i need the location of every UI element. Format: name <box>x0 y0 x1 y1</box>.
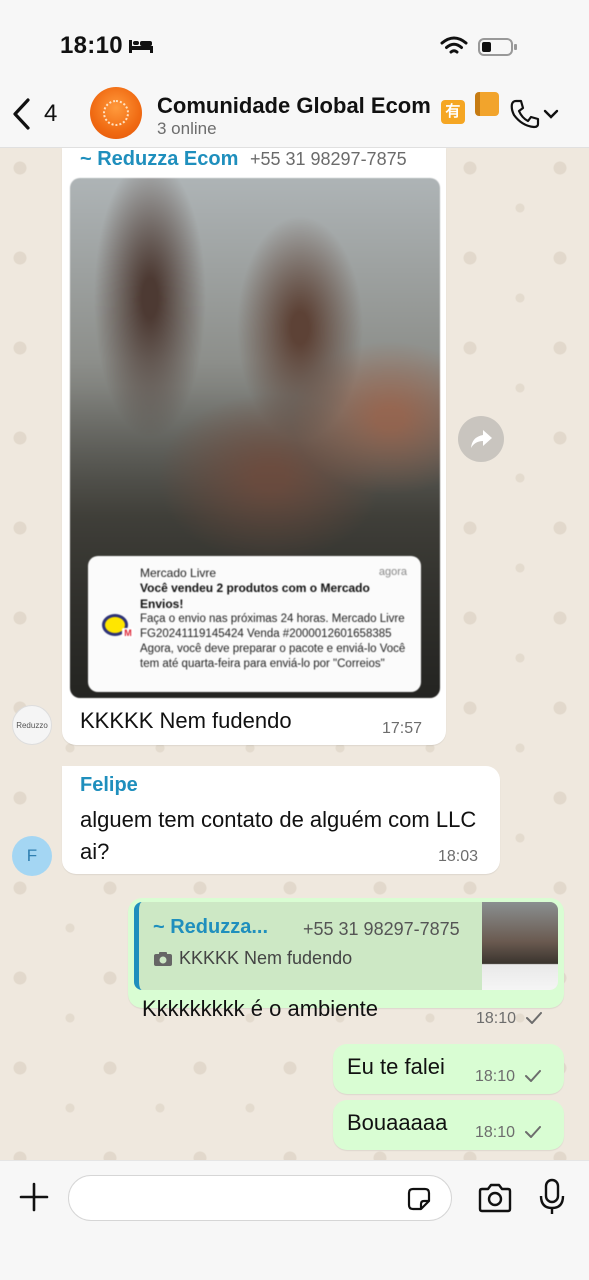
camera-icon <box>154 951 172 966</box>
group-title: Comunidade Global Ecom <box>157 93 431 118</box>
phone-icon <box>510 99 540 129</box>
message-time: 18:10 <box>475 1124 516 1141</box>
message-text: Kkkkkkkkk é o ambiente <box>142 996 378 1021</box>
notification-screenshot: M Mercado Livre agora Você vendeu 2 prod… <box>88 556 421 692</box>
bed-icon <box>129 40 153 53</box>
group-online-status: 3 online <box>157 119 217 138</box>
message-time-row: 18:10 <box>475 1068 542 1086</box>
quoted-message[interactable]: ~ Reduzza... +55 31 98297-7875 KKKKK Nem… <box>134 902 558 990</box>
quoted-text-row: KKKKK Nem fudendo <box>153 948 352 969</box>
message-bubble-image[interactable]: ~ Reduzza Ecom +55 31 98297-7875 M Merca… <box>62 148 446 745</box>
sender-name[interactable]: Felipe <box>80 774 138 797</box>
avatar-reduzzo[interactable]: Reduzzo <box>12 705 52 745</box>
composer-bar <box>0 1160 589 1280</box>
quoted-thumbnail <box>482 902 558 990</box>
unread-count: 4 <box>44 100 58 127</box>
forward-icon <box>471 430 492 448</box>
message-photo[interactable]: M Mercado Livre agora Você vendeu 2 prod… <box>70 178 440 698</box>
mic-icon[interactable] <box>538 1178 566 1216</box>
message-bubble-reply[interactable]: ~ Reduzza... +55 31 98297-7875 KKKKK Nem… <box>128 898 564 1027</box>
message-time-row: 18:10 <box>476 1010 543 1028</box>
call-button[interactable] <box>508 96 564 132</box>
battery-icon <box>478 38 517 56</box>
message-text: Bouaaaaa <box>347 1110 448 1135</box>
camera-icon[interactable] <box>476 1182 514 1214</box>
message-time: 18:10 <box>475 1068 516 1085</box>
group-logo <box>103 100 129 126</box>
back-button[interactable]: 4 <box>10 96 57 132</box>
check-icon <box>525 1012 542 1024</box>
message-text: KKKKK Nem fudendo <box>80 708 292 733</box>
book-icon <box>475 92 500 116</box>
avatar-felipe[interactable]: F <box>12 836 52 876</box>
status-time: 18:10 <box>60 32 123 59</box>
message-sender-line: ~ Reduzza Ecom +55 31 98297-7875 <box>80 148 407 171</box>
notification-time: agora <box>378 566 407 578</box>
message-input[interactable] <box>68 1175 452 1221</box>
chevron-down-icon <box>543 109 559 119</box>
forward-button[interactable] <box>458 416 504 462</box>
message-time: 18:10 <box>476 1010 517 1027</box>
message-bubble-text[interactable]: Eu te falei 18:10 <box>333 1044 564 1094</box>
back-chevron-icon <box>13 98 30 130</box>
notification-title: Você vendeu 2 produtos com o Mercado Env… <box>140 581 370 611</box>
wifi-icon <box>440 36 468 54</box>
quoted-sender: ~ Reduzza... <box>153 916 269 938</box>
chat-area[interactable]: ~ Reduzza Ecom +55 31 98297-7875 M Merca… <box>0 148 589 1160</box>
group-avatar[interactable] <box>90 87 142 139</box>
quoted-text: KKKKK Nem fudendo <box>179 948 353 968</box>
notification-body: Faça o envio nas próximas 24 horas. Merc… <box>140 613 406 670</box>
notification-app: Mercado Livre <box>140 566 217 580</box>
status-bar: 18:10 <box>0 0 589 80</box>
chat-header: 4 Comunidade Global Ecom 有 3 online <box>0 80 589 148</box>
sender-name[interactable]: ~ Reduzza Ecom <box>80 148 238 170</box>
plus-icon[interactable] <box>18 1181 50 1213</box>
quoted-phone: +55 31 98297-7875 <box>303 919 460 939</box>
message-time-row: 18:10 <box>475 1124 542 1142</box>
title-emoji-yu: 有 <box>440 100 465 124</box>
sender-phone[interactable]: +55 31 98297-7875 <box>250 149 407 169</box>
message-text: alguem tem contato de alguém com LLC ai? <box>80 807 477 864</box>
check-icon <box>524 1126 541 1138</box>
gmail-badge-icon: M <box>122 628 134 638</box>
message-text: Eu te falei <box>347 1054 445 1079</box>
message-bubble-text[interactable]: Bouaaaaa 18:10 <box>333 1100 564 1150</box>
check-icon <box>524 1070 541 1082</box>
message-bubble-text[interactable]: Felipe alguem tem contato de alguém com … <box>62 766 500 874</box>
message-time: 17:57 <box>382 720 423 737</box>
sticker-icon[interactable] <box>405 1185 433 1213</box>
message-time: 18:03 <box>438 848 479 865</box>
